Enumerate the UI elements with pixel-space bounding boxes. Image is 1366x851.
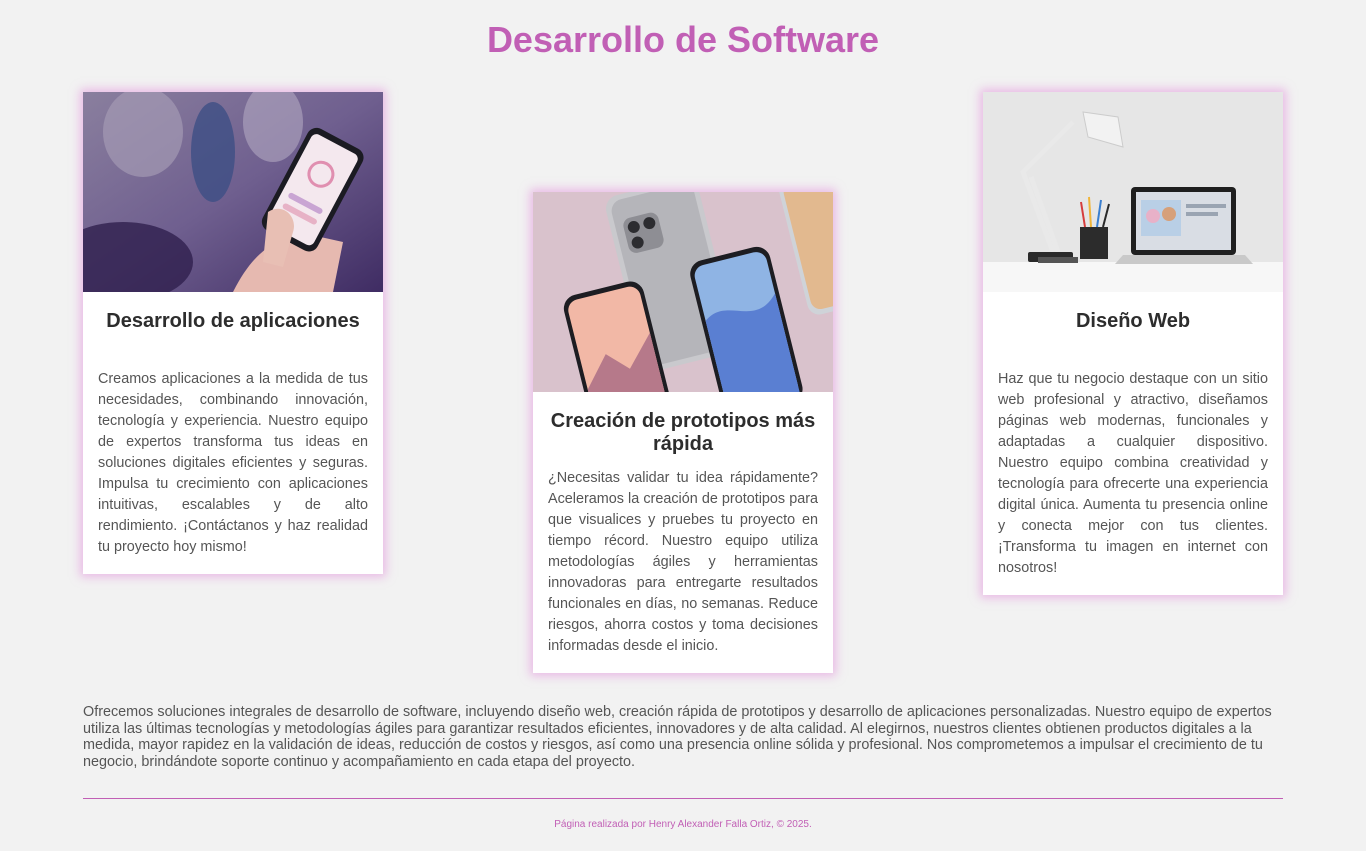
card-title: Diseño Web: [1075, 310, 1191, 332]
footer-divider: [83, 798, 1283, 799]
card-description: Creamos aplicaciones a la medida de tus …: [98, 371, 368, 555]
page-title: Desarrollo de Software: [486, 19, 880, 60]
service-card-prototypes: Creación de prototipos más rápida ¿Neces…: [533, 192, 833, 673]
service-card-apps: Desarrollo de aplicaciones Creamos aplic…: [83, 92, 383, 574]
card-description: Haz que tu negocio destaque con un sitio…: [998, 371, 1268, 576]
card-title: Desarrollo de aplicaciones: [106, 310, 360, 332]
smartphones-mockup-photo-icon: [533, 192, 833, 392]
card-description: ¿Necesitas validar tu idea rápidamente? …: [548, 470, 818, 654]
service-card-web-design: Diseño Web Haz que tu negocio destaque c…: [983, 92, 1283, 595]
card-title: Creación de prototipos más rápida: [550, 410, 816, 455]
desk-laptop-lamp-photo-icon: [983, 92, 1283, 292]
phone-in-hand-photo-icon: [83, 92, 383, 292]
footer-credit: Página realizada por Henry Alexander Fal…: [554, 819, 812, 830]
services-summary: Ofrecemos soluciones integrales de desar…: [83, 704, 1272, 770]
